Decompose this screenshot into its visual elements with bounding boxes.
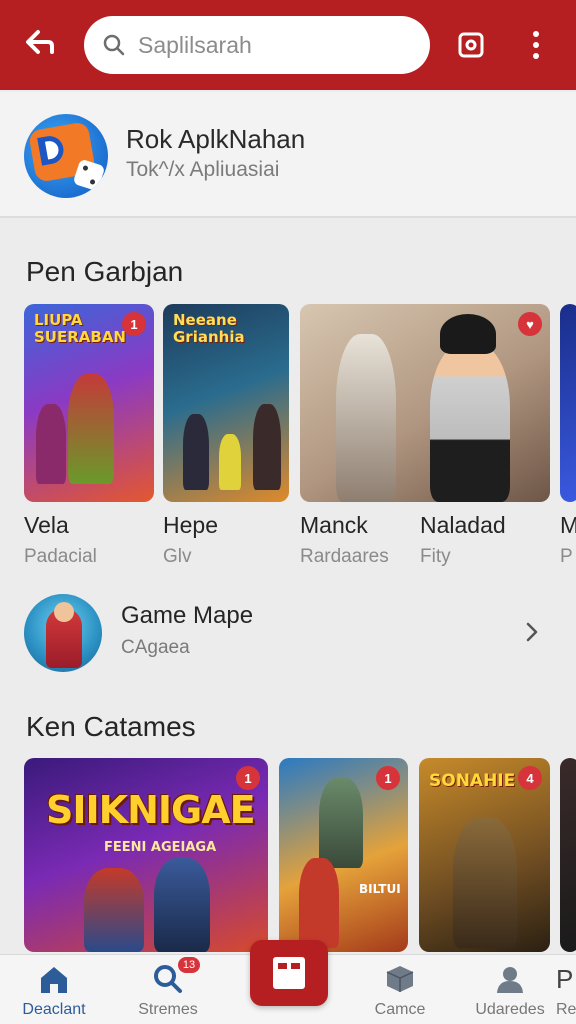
- nav-item-more[interactable]: P Re: [556, 955, 576, 1024]
- notification-badge: 1: [376, 766, 400, 790]
- game-subtitle: Glv: [163, 546, 192, 567]
- top-app-bar: [0, 0, 576, 90]
- game-list-item[interactable]: Game Mape CAgaea: [0, 586, 576, 678]
- notification-badge: 1: [122, 312, 146, 336]
- game-card[interactable]: SONAHIE 4: [419, 758, 550, 952]
- search-bar[interactable]: [84, 16, 430, 74]
- app-logo-icon: [24, 114, 108, 198]
- nav-label: Udaredes: [475, 1001, 545, 1018]
- nav-label: Re: [556, 1001, 576, 1018]
- box-icon: [386, 966, 414, 992]
- game-subtitle: P: [560, 546, 573, 567]
- user-icon: [497, 967, 523, 993]
- notification-badge: 4: [518, 766, 542, 790]
- game-name: M: [560, 512, 576, 538]
- game-carousel-2[interactable]: SIIKNIGAE FEENI AGEIAGA 1 BILTUI 1 SONAH…: [24, 758, 576, 954]
- game-art-title: Neeane Grianhia: [173, 311, 245, 346]
- nav-item-games[interactable]: Camce: [360, 955, 440, 1024]
- search-icon: [103, 34, 125, 56]
- featured-app[interactable]: Rok AplkNahan Tok^/x Apliuasiai: [0, 92, 576, 218]
- search-input[interactable]: [138, 31, 408, 59]
- game-art-subtitle: FEENI AGEIAGA: [104, 840, 217, 855]
- game-card[interactable]: M P: [560, 304, 576, 567]
- game-thumbnail: [560, 304, 576, 502]
- game-name: Naladad: [420, 512, 506, 538]
- list-item-subtitle: CAgaea: [121, 637, 190, 658]
- notification-badge: 1: [236, 766, 260, 790]
- center-app-icon: [273, 957, 305, 989]
- home-icon: [41, 967, 67, 993]
- game-subtitle: Padacial: [24, 546, 97, 567]
- game-subtitle: Rardaares: [300, 546, 389, 567]
- nav-item-profile[interactable]: Udaredes: [468, 955, 552, 1024]
- game-art-title: BILTUI: [359, 882, 401, 896]
- nav-label: Camce: [374, 1001, 426, 1018]
- scan-button[interactable]: [452, 24, 490, 66]
- game-thumbnail: Neeane Grianhia: [163, 304, 289, 502]
- nav-label: Deaclant: [22, 1001, 86, 1018]
- more-vertical-icon: [533, 31, 539, 59]
- game-card[interactable]: SIIKNIGAE FEENI AGEIAGA 1: [24, 758, 268, 952]
- game-avatar-icon: [24, 594, 102, 672]
- section-title-ken-catames: Ken Catames: [26, 711, 196, 742]
- back-button[interactable]: [20, 22, 62, 64]
- game-card[interactable]: [560, 758, 576, 952]
- game-card[interactable]: ♥ Manck Rardaares: [300, 304, 550, 567]
- more-menu-button[interactable]: [518, 24, 554, 66]
- p-icon: P: [556, 963, 574, 994]
- featured-app-title: Rok AplkNahan: [126, 124, 306, 154]
- nav-label: Stremes: [138, 1001, 198, 1018]
- game-card[interactable]: LIUPA SUERABAN 1 Vela Padacial: [24, 304, 154, 567]
- nav-item-home[interactable]: Deaclant: [14, 955, 94, 1024]
- center-action-button[interactable]: [250, 940, 328, 1006]
- camera-icon: [458, 32, 484, 58]
- game-art-title: SIIKNIGAE: [46, 788, 256, 832]
- section-title-pen-garbjan: Pen Garbjan: [26, 256, 184, 287]
- back-arrow-icon: [26, 30, 54, 54]
- game-name: Manck: [300, 512, 368, 538]
- heart-badge-icon: ♥: [518, 312, 542, 336]
- game-carousel-1[interactable]: LIUPA SUERABAN 1 Vela Padacial Neeane Gr…: [24, 304, 576, 584]
- game-name: Hepe: [163, 512, 218, 538]
- game-card[interactable]: Neeane Grianhia Hepe Glv: [163, 304, 289, 567]
- game-art-title: SONAHIE: [429, 771, 516, 791]
- list-item-title: Game Mape: [121, 602, 254, 629]
- nav-item-search[interactable]: 13 Stremes: [128, 955, 208, 1024]
- game-thumbnail: ♥: [300, 304, 550, 502]
- featured-app-subtitle: Tok^/x Apliuasiai: [126, 158, 280, 181]
- game-thumbnail: LIUPA SUERABAN 1: [24, 304, 154, 502]
- game-card[interactable]: BILTUI 1: [279, 758, 408, 952]
- game-name: Vela: [24, 512, 69, 538]
- game-subtitle: Fity: [420, 546, 451, 567]
- chevron-right-icon: [526, 622, 538, 642]
- notification-badge: 13: [178, 957, 200, 973]
